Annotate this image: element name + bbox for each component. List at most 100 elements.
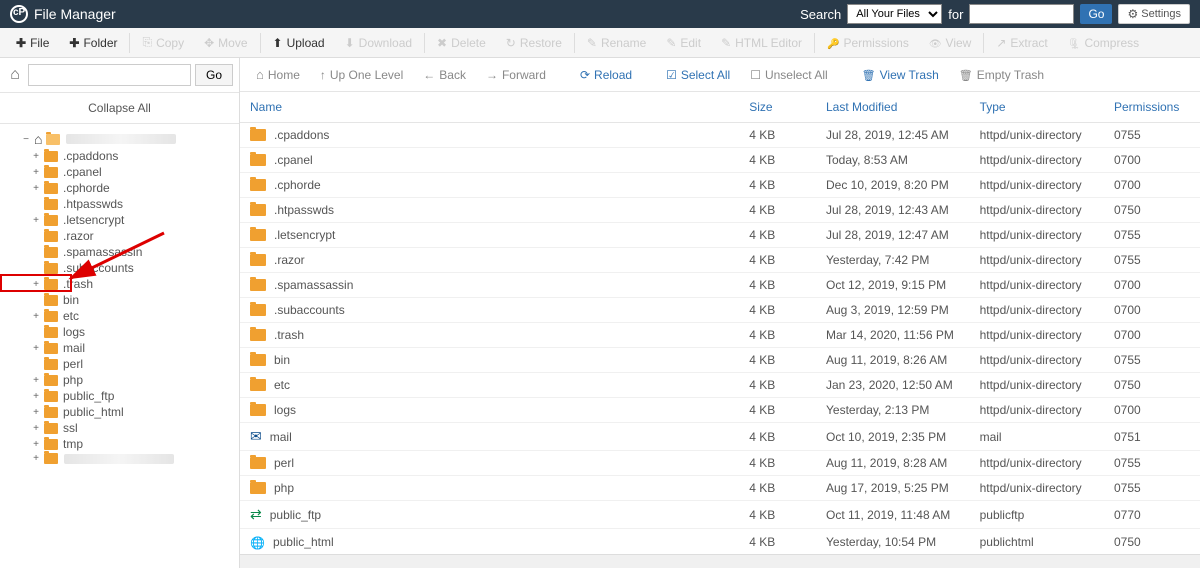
table-row[interactable]: mail4 KBOct 10, 2019, 2:35 PMmail0751 (240, 423, 1200, 451)
expand-icon[interactable] (30, 375, 42, 386)
tree-label: .razor (63, 229, 94, 243)
table-row[interactable]: perl4 KBAug 11, 2019, 8:28 AMhttpd/unix-… (240, 451, 1200, 476)
col-permissions-header[interactable]: Permissions (1104, 92, 1200, 123)
expand-icon[interactable] (30, 439, 42, 450)
file-table-wrap[interactable]: Name Size Last Modified Type Permissions… (240, 92, 1200, 554)
delete-button[interactable]: Delete (427, 29, 496, 57)
permissions-button[interactable]: Permissions (817, 29, 919, 57)
tree-node[interactable]: .cpaddons (4, 148, 235, 164)
search-label: Search (800, 7, 841, 22)
expand-icon[interactable] (30, 167, 42, 178)
collapse-all-button[interactable]: Collapse All (0, 93, 239, 124)
expand-icon[interactable] (30, 453, 42, 464)
nav-forward-button[interactable]: Forward (478, 61, 554, 89)
tree-node[interactable]: perl (4, 356, 235, 372)
file-button[interactable]: File (6, 29, 59, 57)
expand-icon[interactable] (30, 183, 42, 194)
tree-node[interactable]: public_ftp (4, 388, 235, 404)
tree-node[interactable] (4, 130, 235, 148)
table-row[interactable]: .spamassassin4 KBOct 12, 2019, 9:15 PMht… (240, 273, 1200, 298)
file-size: 4 KB (739, 173, 816, 198)
tree-node[interactable]: .letsencrypt (4, 212, 235, 228)
nav-view-trash-button[interactable]: View Trash (854, 61, 947, 89)
home-icon[interactable] (6, 66, 24, 84)
restore-button[interactable]: Restore (496, 29, 572, 57)
tree-node[interactable]: .cphorde (4, 180, 235, 196)
tree-node[interactable]: .cpanel (4, 164, 235, 180)
nav-unselect-all-button[interactable]: Unselect All (742, 61, 835, 89)
horizontal-scrollbar[interactable] (240, 554, 1200, 568)
tree-node[interactable]: bin (4, 292, 235, 308)
table-row[interactable]: .htpasswds4 KBJul 28, 2019, 12:43 AMhttp… (240, 198, 1200, 223)
expand-icon[interactable] (30, 279, 42, 290)
nav-select-all-button[interactable]: Select All (658, 61, 738, 89)
tree-node[interactable] (4, 452, 235, 465)
path-input[interactable] (28, 64, 191, 86)
view-button[interactable]: View (919, 29, 982, 57)
table-row[interactable]: .trash4 KBMar 14, 2020, 11:56 PMhttpd/un… (240, 323, 1200, 348)
compress-label: Compress (1084, 36, 1139, 50)
col-type-header[interactable]: Type (970, 92, 1104, 123)
extract-button[interactable]: Extract (986, 29, 1057, 57)
table-row[interactable]: .cphorde4 KBDec 10, 2019, 8:20 PMhttpd/u… (240, 173, 1200, 198)
expand-icon[interactable] (30, 151, 42, 162)
edit-button[interactable]: Edit (656, 29, 711, 57)
expand-icon[interactable] (30, 423, 42, 434)
tree-node[interactable]: public_html (4, 404, 235, 420)
upload-button[interactable]: Upload (263, 29, 335, 57)
expand-icon[interactable] (30, 311, 42, 322)
tree-node[interactable]: .htpasswds (4, 196, 235, 212)
tree-node[interactable]: .spamassassin (4, 244, 235, 260)
table-row[interactable]: .cpanel4 KBToday, 8:53 AMhttpd/unix-dire… (240, 148, 1200, 173)
search-scope-select[interactable]: All Your Files (847, 4, 942, 24)
table-row[interactable]: etc4 KBJan 23, 2020, 12:50 AMhttpd/unix-… (240, 373, 1200, 398)
table-row[interactable]: .subaccounts4 KBAug 3, 2019, 12:59 PMhtt… (240, 298, 1200, 323)
search-go-button[interactable]: Go (1080, 4, 1112, 24)
file-size: 4 KB (739, 398, 816, 423)
html-editor-button[interactable]: HTML Editor (711, 29, 812, 57)
separator (574, 33, 575, 53)
expand-icon[interactable] (30, 343, 42, 354)
expand-icon[interactable] (30, 407, 42, 418)
folder-icon (44, 391, 58, 402)
table-row[interactable]: public_html4 KBYesterday, 10:54 PMpublic… (240, 529, 1200, 555)
tree-node[interactable]: .razor (4, 228, 235, 244)
rename-button[interactable]: Rename (577, 29, 656, 57)
nav-back-button[interactable]: Back (415, 61, 474, 89)
path-go-button[interactable]: Go (195, 64, 233, 86)
tree-node[interactable]: .subaccounts (4, 260, 235, 276)
expand-icon[interactable] (30, 391, 42, 402)
nav-empty-trash-button[interactable]: Empty Trash (951, 61, 1052, 89)
table-row[interactable]: php4 KBAug 17, 2019, 5:25 PMhttpd/unix-d… (240, 476, 1200, 501)
col-name-header[interactable]: Name (240, 92, 739, 123)
nav-up-button[interactable]: Up One Level (312, 61, 411, 89)
move-button[interactable]: Move (194, 29, 257, 57)
tree-node[interactable]: tmp (4, 436, 235, 452)
tree-node[interactable]: php (4, 372, 235, 388)
table-row[interactable]: logs4 KBYesterday, 2:13 PMhttpd/unix-dir… (240, 398, 1200, 423)
file-permissions: 0755 (1104, 476, 1200, 501)
tree-node[interactable]: etc (4, 308, 235, 324)
file-type: httpd/unix-directory (970, 298, 1104, 323)
tree-node[interactable]: mail (4, 340, 235, 356)
folder-button[interactable]: Folder (59, 29, 127, 57)
tree-node[interactable]: ssl (4, 420, 235, 436)
compress-button[interactable]: Compress (1058, 29, 1149, 57)
table-row[interactable]: .letsencrypt4 KBJul 28, 2019, 12:47 AMht… (240, 223, 1200, 248)
search-input[interactable] (969, 4, 1074, 24)
download-button[interactable]: Download (335, 29, 422, 57)
nav-reload-button[interactable]: Reload (572, 61, 640, 89)
table-row[interactable]: .cpaddons4 KBJul 28, 2019, 12:45 AMhttpd… (240, 123, 1200, 148)
collapse-icon[interactable] (20, 134, 32, 145)
table-row[interactable]: .razor4 KBYesterday, 7:42 PMhttpd/unix-d… (240, 248, 1200, 273)
copy-button[interactable]: Copy (132, 29, 194, 57)
nav-home-button[interactable]: Home (248, 61, 308, 89)
table-row[interactable]: public_ftp4 KBOct 11, 2019, 11:48 AMpubl… (240, 501, 1200, 529)
col-size-header[interactable]: Size (739, 92, 816, 123)
settings-button[interactable]: Settings (1118, 4, 1190, 24)
col-modified-header[interactable]: Last Modified (816, 92, 970, 123)
table-row[interactable]: bin4 KBAug 11, 2019, 8:26 AMhttpd/unix-d… (240, 348, 1200, 373)
tree-node[interactable]: .trash (4, 276, 235, 292)
expand-icon[interactable] (30, 215, 42, 226)
tree-node[interactable]: logs (4, 324, 235, 340)
